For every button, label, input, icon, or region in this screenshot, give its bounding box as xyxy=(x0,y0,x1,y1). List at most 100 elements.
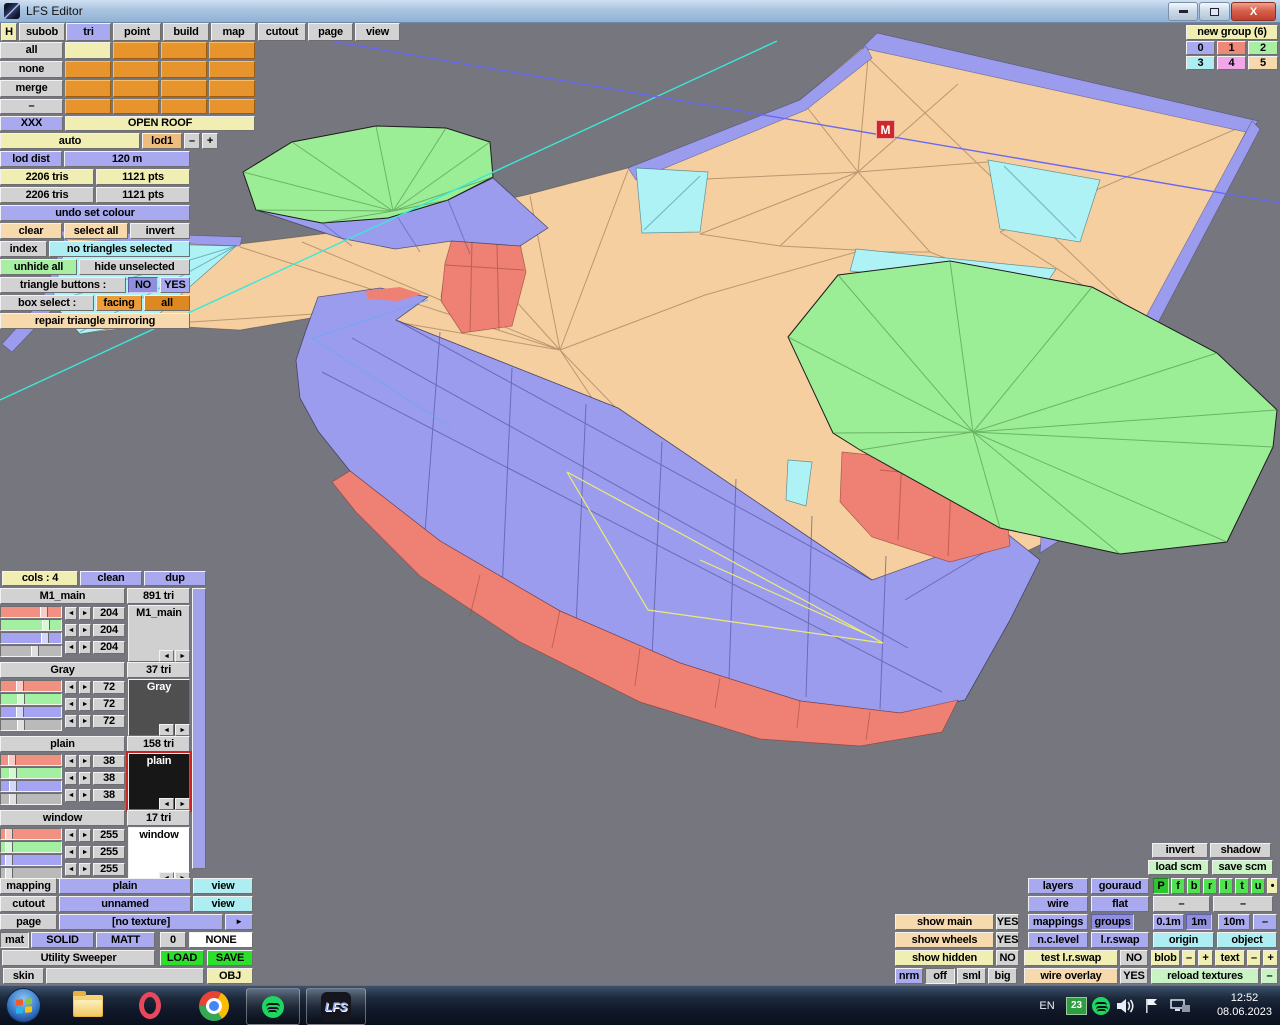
btn-repair-mirroring[interactable]: repair triangle mirroring xyxy=(0,313,190,329)
arrow-right[interactable]: ► xyxy=(79,846,91,859)
btn-index[interactable]: index xyxy=(0,241,47,257)
btn-reload-dash[interactable]: – xyxy=(1261,968,1278,984)
preview-next[interactable]: ► xyxy=(175,724,190,736)
arrow-right[interactable]: ► xyxy=(79,772,91,785)
tab-build[interactable]: build xyxy=(163,23,209,41)
btn-text[interactable]: text xyxy=(1215,950,1245,966)
btn-nrm[interactable]: nrm xyxy=(895,968,923,984)
btn-clean[interactable]: clean xyxy=(80,571,142,586)
btn-all[interactable]: all xyxy=(0,42,63,59)
taskbar-lfs-button[interactable]: LFS xyxy=(306,988,366,1025)
colour-name-plain[interactable]: plain xyxy=(0,736,125,752)
arrow-left[interactable]: ◄ xyxy=(65,863,77,876)
btn-save-scm[interactable]: save scm xyxy=(1212,860,1273,875)
skin-value[interactable] xyxy=(46,968,204,984)
layer-u[interactable]: u xyxy=(1251,878,1265,894)
btn-group-5[interactable]: 5 xyxy=(1248,56,1278,70)
btn-group-2[interactable]: 2 xyxy=(1248,41,1278,55)
btn-mat-solid[interactable]: SOLID xyxy=(31,932,94,948)
btn-cols[interactable]: cols : 4 xyxy=(2,571,78,586)
slider-m1main-g[interactable] xyxy=(0,619,62,631)
subob-cell-1-1[interactable] xyxy=(113,61,159,78)
btn-object[interactable]: object xyxy=(1217,932,1277,948)
btn-nrm-big[interactable]: big xyxy=(988,968,1017,984)
value-plain-g[interactable]: 38 xyxy=(93,772,125,785)
mapping-value[interactable]: plain xyxy=(59,878,191,894)
value-plain-b[interactable]: 38 xyxy=(93,789,125,802)
show-hidden-value[interactable]: NO xyxy=(996,950,1019,966)
value-window-b[interactable]: 255 xyxy=(93,863,125,876)
value-window-g[interactable]: 255 xyxy=(93,846,125,859)
value-m1main-g[interactable]: 204 xyxy=(93,624,125,637)
btn-nrm-sml[interactable]: sml xyxy=(957,968,986,984)
arrow-left[interactable]: ◄ xyxy=(65,829,77,842)
tray-network[interactable] xyxy=(1168,988,1192,1023)
language-indicator[interactable]: EN xyxy=(1036,988,1058,1023)
tab-subob[interactable]: subob xyxy=(19,23,65,41)
page-value[interactable]: [no texture] xyxy=(59,914,223,930)
start-button[interactable] xyxy=(6,988,41,1023)
slider-m1main-b-thumb[interactable] xyxy=(41,633,49,643)
btn-blob[interactable]: blob xyxy=(1151,950,1180,966)
selected-point-marker[interactable]: M xyxy=(877,121,894,138)
btn-mappings[interactable]: mappings xyxy=(1028,914,1088,930)
minimize-button[interactable] xyxy=(1168,2,1198,21)
colour-name-gray[interactable]: Gray xyxy=(0,662,125,678)
btn-save[interactable]: SAVE xyxy=(207,950,253,966)
btn-m-dash[interactable]: – xyxy=(1253,914,1277,930)
btn-clear[interactable]: clear xyxy=(0,223,62,239)
slider-m1main-l[interactable] xyxy=(0,645,62,657)
btn-wire[interactable]: wire xyxy=(1028,896,1088,912)
value-m1main-r[interactable]: 204 xyxy=(93,607,125,620)
slider-plain-g[interactable] xyxy=(0,767,62,779)
taskbar-chrome-button[interactable] xyxy=(192,988,236,1023)
btn-triangle-buttons-no[interactable]: NO xyxy=(128,277,158,293)
slider-plain-r-thumb[interactable] xyxy=(8,755,16,765)
taskbar-opera-button[interactable] xyxy=(128,988,172,1023)
btn-group-0[interactable]: 0 xyxy=(1186,41,1215,55)
btn-lod1[interactable]: lod1 xyxy=(142,133,182,149)
subob-cell-0-3[interactable] xyxy=(209,42,255,59)
slider-window-r-thumb[interactable] xyxy=(5,829,13,839)
btn-nclevel[interactable]: n.c.level xyxy=(1028,932,1088,948)
tab-page[interactable]: page xyxy=(308,23,353,41)
tab-map[interactable]: map xyxy=(211,23,256,41)
btn-none[interactable]: none xyxy=(0,61,63,78)
btn-undo-set-colour[interactable]: undo set colour xyxy=(0,205,190,221)
slider-window-b-thumb[interactable] xyxy=(5,855,13,865)
btn-load[interactable]: LOAD xyxy=(160,950,204,966)
subob-cell-1-3[interactable] xyxy=(209,61,255,78)
arrow-right[interactable]: ► xyxy=(79,829,91,842)
slider-m1main-l-thumb[interactable] xyxy=(31,646,39,656)
arrow-left[interactable]: ◄ xyxy=(65,681,77,694)
wire-overlay-value[interactable]: YES xyxy=(1120,968,1148,984)
subob-cell-2-3[interactable] xyxy=(209,80,255,97)
btn-text-minus[interactable]: – xyxy=(1247,950,1261,966)
preview-prev[interactable]: ◄ xyxy=(159,798,174,810)
arrow-right[interactable]: ► xyxy=(79,755,91,768)
show-wheels-value[interactable]: YES xyxy=(996,932,1019,948)
arrow-left[interactable]: ◄ xyxy=(65,755,77,768)
value-gray-r[interactable]: 72 xyxy=(93,681,125,694)
vehicle-name[interactable]: Utility Sweeper xyxy=(2,950,155,966)
slider-gray-b[interactable] xyxy=(0,706,62,718)
slider-plain-r[interactable] xyxy=(0,754,62,766)
btn-flat[interactable]: flat xyxy=(1091,896,1149,912)
btn-nrm-off[interactable]: off xyxy=(925,968,955,984)
btn-invert-sel[interactable]: invert xyxy=(130,223,190,239)
show-wheels-label[interactable]: show wheels xyxy=(895,932,994,948)
btn-unhide-all[interactable]: unhide all xyxy=(0,259,77,275)
slider-gray-g[interactable] xyxy=(0,693,62,705)
arrow-left[interactable]: ◄ xyxy=(65,789,77,802)
preview-prev[interactable]: ◄ xyxy=(159,650,174,662)
layer-p[interactable]: P xyxy=(1153,878,1169,894)
layer-r[interactable]: r xyxy=(1203,878,1217,894)
btn-lod-plus[interactable]: + xyxy=(202,133,218,149)
arrow-right[interactable]: ► xyxy=(79,641,91,654)
clock[interactable]: 12:52 08.06.2023 xyxy=(1217,991,1272,1019)
btn-wire-dash1[interactable]: – xyxy=(1153,896,1210,912)
btn-box-facing[interactable]: facing xyxy=(96,295,142,311)
btn-text-plus[interactable]: + xyxy=(1263,950,1278,966)
btn-hide-unselected[interactable]: hide unselected xyxy=(79,259,190,275)
subob-cell-0-1[interactable] xyxy=(113,42,159,59)
